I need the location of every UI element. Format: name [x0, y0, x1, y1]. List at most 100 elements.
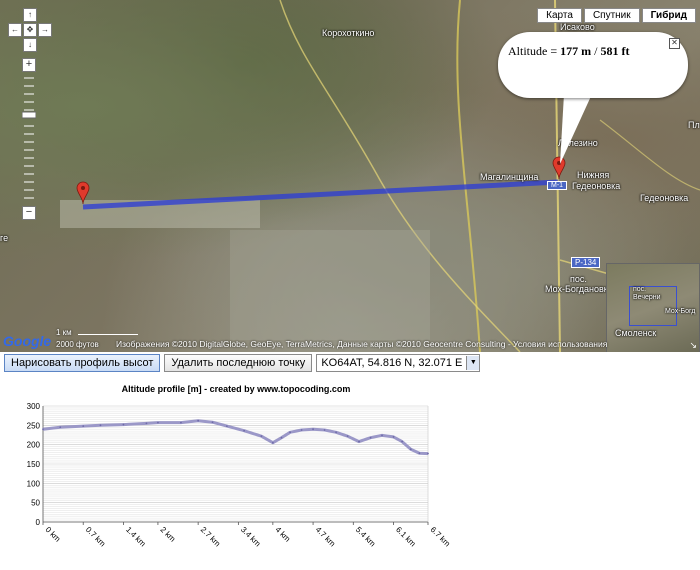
- chart-title: Altitude profile [m] - created by www.to…: [122, 384, 351, 394]
- minimap-label-1: пос.: [633, 286, 647, 293]
- altitude-data-point: [157, 421, 159, 424]
- pan-down-icon[interactable]: ↓: [23, 38, 37, 52]
- x-tick-label: 6.1 km: [394, 525, 418, 549]
- x-tick-label: 0 km: [44, 525, 63, 544]
- profile-controls: Нарисовать профиль высот Удалить последн…: [4, 354, 481, 372]
- y-tick-label: 100: [27, 479, 41, 488]
- chart-x-axis: 0 km 0.7 km 1.4 km 2 km 2.7 km 3.4 km 4 km 4.7 …: [42, 522, 453, 549]
- delete-last-point-button[interactable]: Удалить последнюю точку: [164, 354, 313, 372]
- google-logo-text: Google: [3, 333, 52, 349]
- x-tick-label: 1.4 km: [124, 525, 148, 549]
- altitude-data-point: [243, 429, 246, 432]
- scale-bar-feet: 2000 футов: [56, 340, 99, 349]
- pan-center-icon[interactable]: ✥: [23, 23, 37, 37]
- altitude-data-point: [392, 436, 395, 438]
- altitude-data-point: [271, 441, 274, 444]
- pan-left-icon[interactable]: ←: [8, 23, 22, 37]
- pan-up-icon[interactable]: ↑: [23, 8, 37, 22]
- altitude-data-point: [300, 429, 303, 431]
- map-view[interactable]: Исаково Корохоткино Лелезино Магалинщина…: [0, 0, 700, 352]
- altitude-readout: Altitude = 177 m / 581 ft: [508, 44, 629, 59]
- draw-profile-button[interactable]: Нарисовать профиль высот: [4, 354, 161, 372]
- x-tick-label: 2 km: [159, 525, 178, 544]
- altitude-data-point: [122, 423, 125, 426]
- altitude-data-point: [418, 452, 421, 455]
- x-tick-label: 3.4 km: [239, 525, 263, 549]
- y-tick-label: 50: [31, 499, 40, 508]
- map-label-magalinshchina: Магалинщина: [480, 172, 539, 182]
- road-shield-p134: P-134: [571, 257, 601, 268]
- altitude-data-point: [427, 452, 429, 455]
- locator-value: KO64AT, 54.816 N, 32.071 E: [321, 357, 463, 369]
- x-tick-label: 5.4 km: [354, 525, 378, 549]
- map-label-edge-pl: Пл: [688, 120, 700, 130]
- altitude-data-point: [180, 421, 182, 424]
- y-tick-label: 300: [27, 402, 41, 411]
- altitude-feet: 581 ft: [600, 44, 630, 58]
- overview-minimap[interactable]: пос. Вечерни Мох-Богд Смоленск ↘: [606, 263, 700, 352]
- altitude-info-window: Altitude = 177 m / 581 ft ✕: [498, 32, 688, 98]
- chart-grid: [42, 405, 429, 523]
- minimap-label-3: Мох-Богд: [665, 308, 696, 315]
- map-type-satellite-button[interactable]: Спутник: [583, 8, 640, 23]
- map-label-edge-ge: ге: [0, 233, 9, 243]
- map-copyright[interactable]: Изображения ©2010 DigitalGlobe, GeoEye, …: [116, 339, 607, 349]
- altitude-data-point: [289, 431, 291, 434]
- x-tick-label: 6.7 km: [429, 525, 453, 549]
- zoom-out-button[interactable]: −: [22, 206, 36, 220]
- minimap-label-2: Вечерни: [633, 294, 661, 301]
- altitude-data-point: [211, 421, 214, 424]
- minimap-label-4: Смоленск: [615, 328, 657, 338]
- chart-y-axis: 0 50 100 150 200 250 300: [27, 402, 41, 527]
- altitude-data-point: [358, 440, 360, 443]
- map-type-map-button[interactable]: Карта: [537, 8, 582, 23]
- pan-right-icon[interactable]: →: [38, 23, 52, 37]
- close-icon[interactable]: ✕: [669, 38, 680, 49]
- altitude-data-point: [260, 435, 263, 438]
- scale-km: 1 км: [56, 328, 72, 337]
- info-bubble-tail: [560, 94, 592, 164]
- start-marker-icon[interactable]: [76, 181, 90, 205]
- altitude-data-point: [312, 428, 314, 431]
- altitude-data-point: [99, 424, 102, 427]
- y-tick-label: 250: [27, 421, 41, 430]
- altitude-data-point: [369, 436, 372, 439]
- zoom-in-button[interactable]: +: [22, 58, 36, 72]
- zoom-slider[interactable]: [22, 72, 36, 212]
- map-label-isakovo: Исаково: [560, 22, 595, 32]
- scale-ft: 2000 футов: [56, 340, 99, 349]
- locator-select[interactable]: KO64AT, 54.816 N, 32.071 E ▼: [316, 354, 481, 372]
- pan-control: ↑ ← ✥ → ↓: [8, 8, 52, 52]
- altitude-data-point: [145, 422, 148, 425]
- altitude-data-point: [59, 426, 62, 429]
- altitude-data-point: [82, 425, 85, 428]
- altitude-label: Altitude =: [508, 44, 561, 58]
- x-tick-label: 4.7 km: [314, 525, 338, 549]
- chevron-down-icon[interactable]: ▼: [466, 356, 480, 370]
- altitude-profile-chart: Altitude profile [m] - created by www.to…: [27, 384, 453, 549]
- altitude-data-point: [401, 440, 404, 443]
- altitude-data-point: [197, 419, 200, 422]
- y-tick-label: 200: [27, 441, 41, 450]
- x-tick-label: 2.7 km: [199, 525, 223, 549]
- altitude-data-point: [323, 429, 326, 431]
- x-tick-label: 0.7 km: [84, 525, 108, 549]
- map-label-gedeonovka-2: Гедеоновка: [640, 193, 689, 203]
- map-label-gedeonovka-1: Гедеоновка: [572, 181, 621, 191]
- y-tick-label: 150: [27, 460, 41, 469]
- altitude-data-point: [335, 431, 337, 434]
- minimap-collapse-icon[interactable]: ↘: [689, 340, 697, 351]
- altitude-data-point: [381, 434, 383, 437]
- altitude-meters: 177 m: [560, 44, 592, 58]
- altitude-data-point: [225, 425, 228, 428]
- altitude-data-point: [409, 448, 412, 451]
- scale-bar: 1 км: [56, 328, 138, 337]
- road-shield-m1: M-1: [547, 181, 568, 190]
- map-label-mokh-2: Мох-Богдановка: [545, 284, 613, 294]
- x-tick-label: 4 km: [273, 525, 292, 544]
- map-type-switcher: Карта Спутник Гибрид: [535, 8, 696, 23]
- altitude-data-point: [346, 435, 349, 438]
- y-tick-label: 0: [36, 518, 41, 527]
- map-type-hybrid-button[interactable]: Гибрид: [641, 8, 696, 23]
- map-label-mokh-1: пос.: [570, 274, 587, 284]
